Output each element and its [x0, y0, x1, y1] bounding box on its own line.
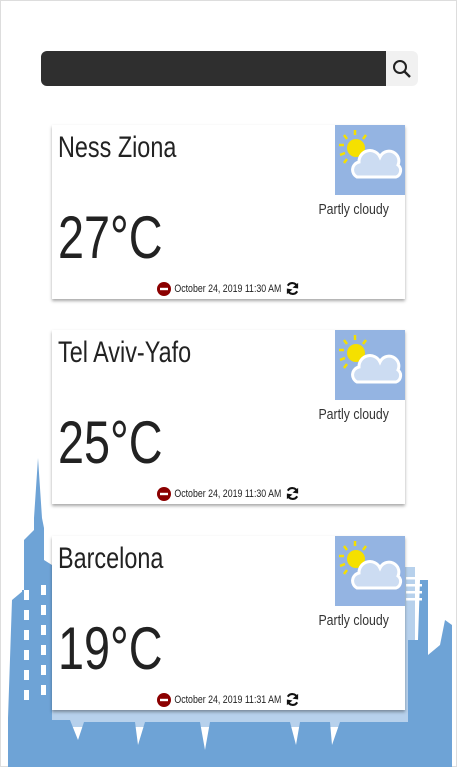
- condition-label: Partly cloudy: [318, 201, 389, 218]
- partly-cloudy-icon: [335, 125, 405, 195]
- refresh-icon[interactable]: [285, 281, 300, 296]
- condition-label: Partly cloudy: [318, 406, 389, 423]
- remove-city-icon[interactable]: [157, 281, 172, 296]
- temperature: 25°C: [58, 409, 163, 476]
- condition-label: Partly cloudy: [318, 612, 389, 629]
- city-name: Ness Ziona: [58, 131, 177, 164]
- search-button[interactable]: [386, 51, 418, 86]
- temperature: 27°C: [58, 204, 163, 271]
- card-footer: October 24, 2019 11:30 AM: [52, 281, 405, 296]
- search-bar: [41, 51, 418, 86]
- remove-city-icon[interactable]: [157, 486, 172, 501]
- remove-city-icon[interactable]: [157, 692, 172, 707]
- refresh-icon[interactable]: [285, 692, 300, 707]
- last-updated: October 24, 2019 11:30 AM: [174, 282, 282, 295]
- last-updated: October 24, 2019 11:30 AM: [174, 487, 282, 500]
- card-footer: October 24, 2019 11:30 AM: [52, 486, 405, 501]
- city-name: Tel Aviv-Yafo: [58, 336, 192, 369]
- last-updated: October 24, 2019 11:31 AM: [174, 693, 282, 706]
- partly-cloudy-icon: [335, 536, 405, 606]
- weather-card: Barcelona Partly cloudy 19°C October 24,…: [52, 536, 405, 710]
- search-input[interactable]: [41, 51, 386, 86]
- temperature: 19°C: [58, 615, 163, 682]
- weather-card: Ness Ziona Partly cloudy 27°C October 24…: [52, 125, 405, 299]
- card-footer: October 24, 2019 11:31 AM: [52, 692, 405, 707]
- city-name: Barcelona: [58, 542, 164, 575]
- partly-cloudy-icon: [335, 330, 405, 400]
- weather-card: Tel Aviv-Yafo Partly cloudy 25°C October…: [52, 330, 405, 504]
- search-icon: [393, 59, 411, 78]
- refresh-icon[interactable]: [285, 486, 300, 501]
